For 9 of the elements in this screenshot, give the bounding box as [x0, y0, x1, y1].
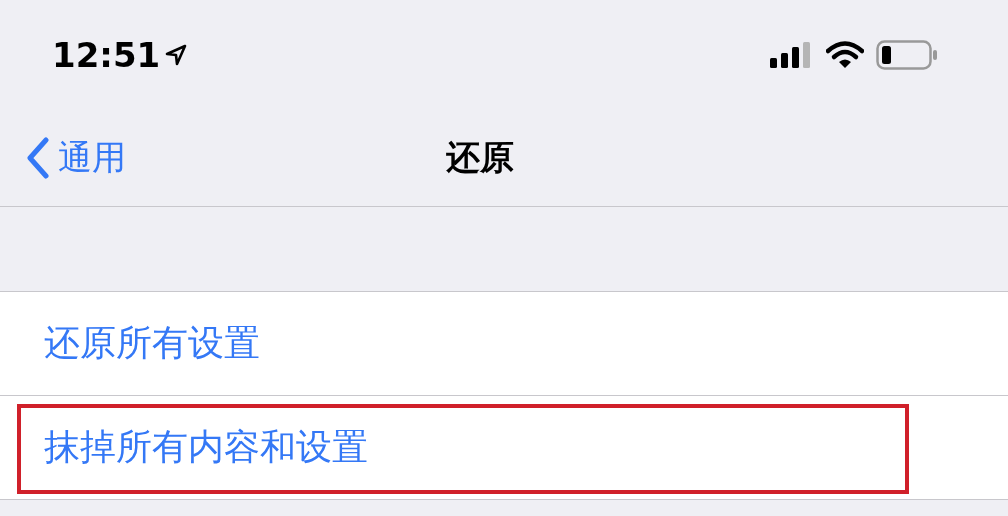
chevron-left-icon — [26, 137, 50, 179]
back-button[interactable]: 通用 — [0, 135, 126, 181]
wifi-icon — [826, 41, 864, 69]
clock-time: 12:51 — [52, 35, 161, 75]
list-item[interactable]: 还原所有设置 — [0, 292, 1008, 396]
location-arrow-icon — [164, 43, 189, 67]
page-title: 还原 — [446, 136, 514, 179]
battery-icon — [876, 40, 938, 70]
list-item[interactable]: 抹掉所有内容和设置 — [0, 396, 1008, 500]
